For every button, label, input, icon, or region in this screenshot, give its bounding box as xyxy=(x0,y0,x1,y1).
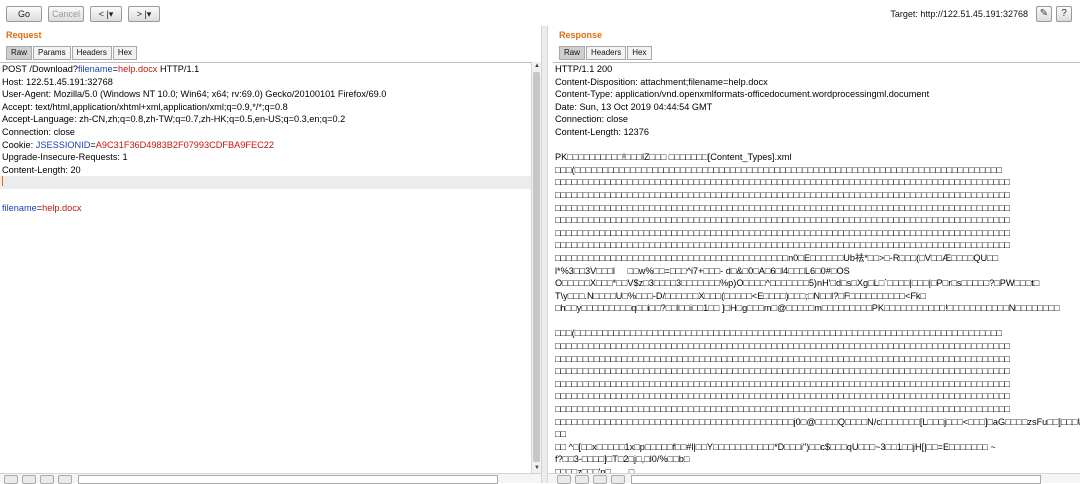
request-protocol: HTTP/1.1 xyxy=(157,64,199,74)
request-pane: Request Raw Params Headers Hex POST /Dow… xyxy=(0,26,541,483)
response-viewer[interactable]: HTTP/1.1 200Content-Disposition: attachm… xyxy=(553,62,1080,473)
response-line: □□□□□□□□□□□□□□□□□□□□□□□□□□□□□□□□□□□□□□□□… xyxy=(553,403,1080,416)
back-button[interactable]: < |▾ xyxy=(90,6,122,22)
header-accept: Accept: text/html,application/xhtml+xml,… xyxy=(0,101,531,114)
response-line xyxy=(553,315,1080,328)
response-line: □□□(□□□□□□□□□□□□□□□□□□□□□□□□□□□□□□□□□□□□… xyxy=(553,327,1080,340)
response-lines: HTTP/1.1 200Content-Disposition: attachm… xyxy=(553,63,1080,473)
response-line: l*%3□□3V□□□l □□w%□□=□□□^i7+□□□- d□&□0□A□… xyxy=(553,265,1080,278)
toolbar: Go Cancel < |▾ > |▾ Target: http://122.5… xyxy=(0,0,1080,26)
tab-raw[interactable]: Raw xyxy=(559,46,585,60)
tab-headers[interactable]: Headers xyxy=(72,46,112,60)
response-search-bar xyxy=(548,473,1080,483)
response-line: □□□□□□□□□□□□□□□□□□□□□□□□□□□□□□□□□□□□□□□□… xyxy=(553,378,1080,391)
request-body: filename=help.docx xyxy=(0,202,531,215)
cookie-prefix: Cookie: xyxy=(2,140,36,150)
response-line: □□□□□□□□□□□□□□□□□□□□□□□□□□□□□□□□□□□□□□□□… xyxy=(553,353,1080,366)
forward-button[interactable]: > |▾ xyxy=(128,6,160,22)
scroll-thumb[interactable] xyxy=(533,72,540,462)
response-line: Content-Disposition: attachment;filename… xyxy=(553,76,1080,89)
header-content-length: Content-Length: 20 xyxy=(0,164,531,177)
response-line: □□□□□□□□□□□□□□□□□□□□□□□□□□□□□□□□□□□□□□□□… xyxy=(553,416,1080,429)
response-title: Response xyxy=(559,30,602,40)
target-label: Target: http://122.51.45.191:32768 xyxy=(890,9,1028,19)
tab-hex[interactable]: Hex xyxy=(113,46,137,60)
request-editor[interactable]: POST /Download? filename=help.docx HTTP/1… xyxy=(0,62,531,473)
response-line: □□ xyxy=(553,428,1080,441)
header-host: Host: 122.51.45.191:32768 xyxy=(0,76,531,89)
body-value: help.docx xyxy=(42,203,81,213)
header-accept-language: Accept-Language: zh-CN,zh;q=0.8,zh-TW;q=… xyxy=(0,113,531,126)
response-line: □□□□□□□□□□□□□□□□□□□□□□□□□□□□□□□□□□□□□□□□… xyxy=(553,390,1080,403)
pencil-icon[interactable]: ✎ xyxy=(1036,6,1052,22)
request-tabs: Raw Params Headers Hex xyxy=(6,46,138,60)
header-connection: Connection: close xyxy=(0,126,531,139)
response-line: □h□□y□□□□□□□□□q□□i□□?□□l□□i□□1□□ ]□H□g□□… xyxy=(553,302,1080,315)
response-line: HTTP/1.1 200 xyxy=(553,63,1080,76)
tab-headers[interactable]: Headers xyxy=(586,46,626,60)
help-icon[interactable]: ? xyxy=(1056,6,1072,22)
response-tabs: Raw Headers Hex xyxy=(559,46,653,60)
response-line: PK□□□□□□□□□□!□□□lZ□□□ □□□□□□□[Content_Ty… xyxy=(553,151,1080,164)
pane-divider[interactable] xyxy=(541,26,548,483)
response-line: Date: Sun, 13 Oct 2019 04:44:54 GMT xyxy=(553,101,1080,114)
response-line: □□□□□□□□□□□□□□□□□□□□□□□□□□□□□□□□□□□□□□□□… xyxy=(553,189,1080,202)
header-upgrade: Upgrade-Insecure-Requests: 1 xyxy=(0,151,531,164)
response-line: □□□□z□□□'n□, □ xyxy=(553,466,1080,473)
response-line: Content-Length: 12376 xyxy=(553,126,1080,139)
request-title: Request xyxy=(6,30,42,40)
text-caret xyxy=(2,176,3,186)
go-button[interactable]: Go xyxy=(6,6,42,22)
body-key: filename xyxy=(2,203,37,213)
response-line: □□□□□□□□□□□□□□□□□□□□□□□□□□□□□□□□□□□□□□□□… xyxy=(553,214,1080,227)
cancel-button[interactable]: Cancel xyxy=(48,6,84,22)
request-method: POST /Download? xyxy=(2,64,78,74)
response-line: □□ ^□[□□x□□□□□1x□p□□□□□f□□#l|□□Y□□□□□□□□… xyxy=(553,441,1080,454)
cookie-key: JSESSIONID xyxy=(36,140,91,150)
tab-params[interactable]: Params xyxy=(33,46,71,60)
response-pane: Response Raw Headers Hex HTTP/1.1 200Con… xyxy=(548,26,1080,483)
response-line: □□□□□□□□□□□□□□□□□□□□□□□□□□□□□□□□□□□□□□□□… xyxy=(553,340,1080,353)
response-line: f?□□3-□□□□]□T□2□j□,□l0/%□□b□ xyxy=(553,453,1080,466)
tab-raw[interactable]: Raw xyxy=(6,46,32,60)
cookie-value: A9C31F36D4983B2F07993CDFBA9FEC22 xyxy=(96,140,274,150)
response-line: □□□□□□□□□□□□□□□□□□□□□□□□□□□□□□□□□□□□□□□□… xyxy=(553,202,1080,215)
response-line: Connection: close xyxy=(553,113,1080,126)
response-line: T\y□□□.N□□□□U□%□□□-D/□□□□□□X□□□(□□□□□<E□… xyxy=(553,290,1080,303)
cursor-line[interactable] xyxy=(0,176,531,189)
response-line: □□□□□□□□□□□□□□□□□□□□□□□□□□□□□□□□□□□□□□□□… xyxy=(553,239,1080,252)
param-key: filename xyxy=(78,64,113,74)
response-line: □□□□□□□□□□□□□□□□□□□□□□□□□□□□□□□□□□□□□□□□… xyxy=(553,252,1080,265)
blank-line xyxy=(0,189,531,202)
param-value: help.docx xyxy=(118,64,157,74)
response-line xyxy=(553,139,1080,152)
request-line: POST /Download?filename=help.docx HTTP/1… xyxy=(0,63,531,76)
response-line: □□□□□□□□□□□□□□□□□□□□□□□□□□□□□□□□□□□□□□□□… xyxy=(553,365,1080,378)
response-line: □□□(□□□□□□□□□□□□□□□□□□□□□□□□□□□□□□□□□□□□… xyxy=(553,164,1080,177)
tab-hex[interactable]: Hex xyxy=(627,46,651,60)
request-search-bar xyxy=(0,473,541,483)
response-line: □□□□□□□□□□□□□□□□□□□□□□□□□□□□□□□□□□□□□□□□… xyxy=(553,176,1080,189)
header-user-agent: User-Agent: Mozilla/5.0 (Windows NT 10.0… xyxy=(0,88,531,101)
response-line: O□□□□□X□□□*□□V$z□3□□□□3□□□□□□□%p)O□□□□^□… xyxy=(553,277,1080,290)
request-scrollbar[interactable]: ▲ ▼ xyxy=(531,62,541,473)
response-line: □□□□□□□□□□□□□□□□□□□□□□□□□□□□□□□□□□□□□□□□… xyxy=(553,227,1080,240)
header-cookie: Cookie: JSESSIONID=A9C31F36D4983B2F07993… xyxy=(0,139,531,152)
response-line: Content-Type: application/vnd.openxmlfor… xyxy=(553,88,1080,101)
